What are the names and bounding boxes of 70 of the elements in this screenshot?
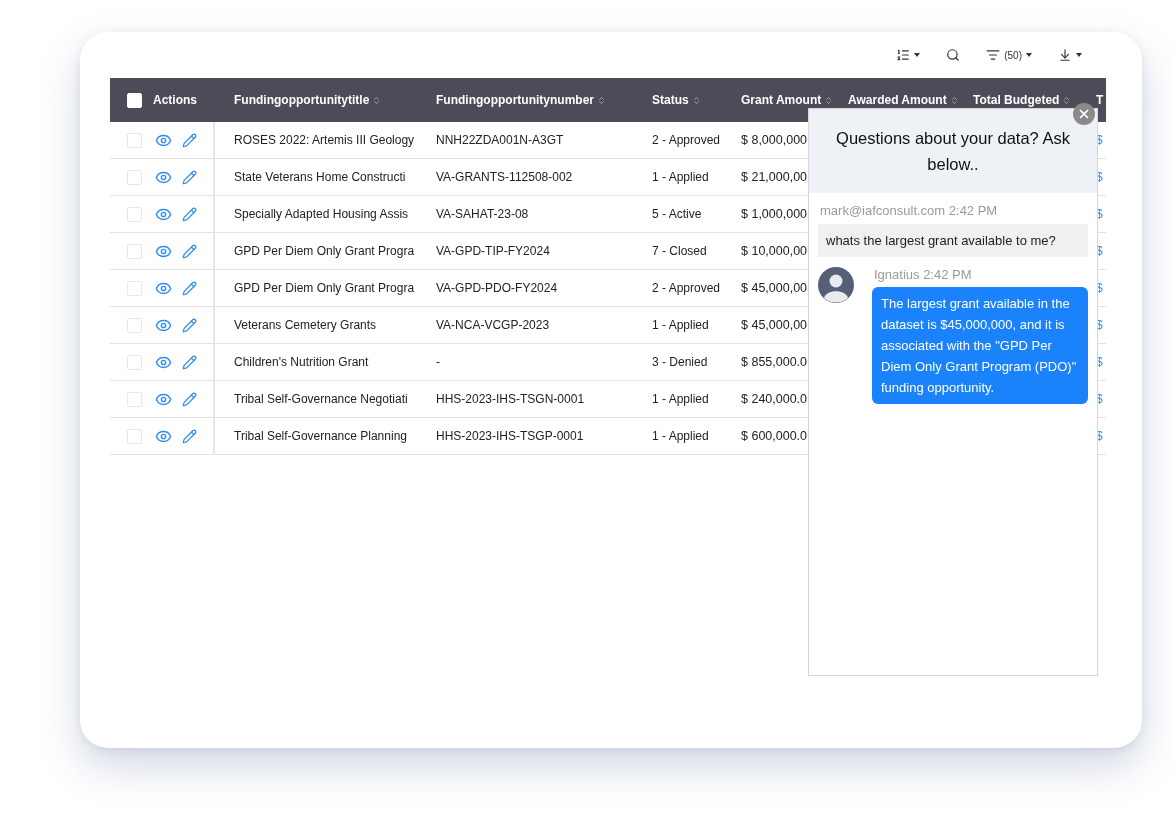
message-sender: mark@iafconsult.com 2:42 PM [819,203,999,218]
sort-icon[interactable] [949,95,959,105]
table-cell: VA-GRANTS-112508-002 [436,170,573,184]
table-cell: $ 1,000,000 [741,207,808,221]
table-cell: $ 8,000,000 [741,133,808,147]
table-cell: $ 45,000,00 [741,281,808,295]
table-cell: VA-GPD-PDO-FY2024 [436,281,558,295]
close-icon [1077,107,1091,121]
edit-icon[interactable] [182,132,197,148]
edit-icon[interactable] [182,280,197,296]
table-cell: $ 45,000,00 [741,318,808,332]
sort-icon[interactable] [596,95,606,105]
sort-icon[interactable] [1062,95,1072,105]
avatar-icon [818,267,854,303]
table-cell: Veterans Cemetery Grants [234,318,377,332]
table-cell: 1 - Applied [652,170,709,184]
sort-icon[interactable] [691,95,701,105]
column-header[interactable]: Actions [153,93,197,107]
bot-message: The largest grant available in the dataset is $45,000,000, and it is associated with the "GPD Per Diem Only Grant Program (PDO)" funding opportunity. [872,287,1088,404]
table-cell: 5 - Active [652,207,702,221]
search-icon [946,48,961,62]
table-cell: VA-SAHAT-23-08 [436,207,529,221]
table-cell: 1 - Applied [652,429,709,443]
table-cell: VA-GPD-TIP-FY2024 [436,244,550,258]
user-message: whats the largest grant available to me? [818,224,1088,257]
table-cell: $ 600,000.0 [741,429,808,443]
table-cell: Tribal Self-Governance Planning [234,429,407,443]
edit-icon[interactable] [182,428,197,444]
table-cell: NNH22ZDA001N-A3GT [436,133,564,147]
edit-icon[interactable] [182,243,197,259]
table-cell: 1 - Applied [652,318,709,332]
table-cell: $ 10,000,00 [741,244,808,258]
table-cell: HHS-2023-IHS-TSGP-0001 [436,429,584,443]
table-cell: State Veterans Home Constructi [234,170,406,184]
caret-icon [1026,53,1032,57]
chat-title: Questions about your data? Ask below.. [835,128,1071,175]
table-cell: 2 - Approved [652,281,721,295]
table-cell: Specially Adapted Housing Assis [234,207,409,221]
column-header[interactable]: T [1096,93,1104,107]
table-cell: $ 855,000.0 [741,355,808,369]
caret-icon [914,53,921,57]
table-cell: 1 - Applied [652,392,709,406]
column-header[interactable]: Status [652,93,689,107]
table-cell: HHS-2023-IHS-TSGN-0001 [436,392,585,406]
message-sender: Ignatius 2:42 PM [873,267,973,282]
sort-icon[interactable] [372,95,382,105]
table-cell: - [436,355,440,369]
edit-icon[interactable] [182,169,197,185]
table-cell: $ 240,000.0 [741,392,808,406]
table-cell: ROSES 2022: Artemis III Geology [234,133,415,147]
table-cell: 3 - Denied [652,355,708,369]
sort-icon[interactable] [824,95,834,105]
table-cell: 2 - Approved [652,133,721,147]
filter-icon [986,48,1001,62]
filter-button[interactable]: (50) [984,46,1034,64]
table-cell: 7 - Closed [652,244,707,258]
edit-icon[interactable] [182,317,197,333]
select-all-checkbox[interactable] [127,92,142,108]
table-cell: Tribal Self-Governance Negotiati [234,392,408,406]
table-cell: VA-NCA-VCGP-2023 [436,318,550,332]
table-cell: GPD Per Diem Only Grant Progra [234,244,415,258]
list-icon [896,48,911,62]
edit-icon[interactable] [182,354,197,370]
edit-icon[interactable] [182,206,197,222]
table-cell: Children's Nutrition Grant [234,355,369,369]
download-icon [1058,48,1072,62]
table-cell: GPD Per Diem Only Grant Progra [234,281,415,295]
caret-icon [1076,53,1082,57]
edit-icon[interactable] [182,391,197,407]
table-cell: $ 21,000,00 [741,170,808,184]
